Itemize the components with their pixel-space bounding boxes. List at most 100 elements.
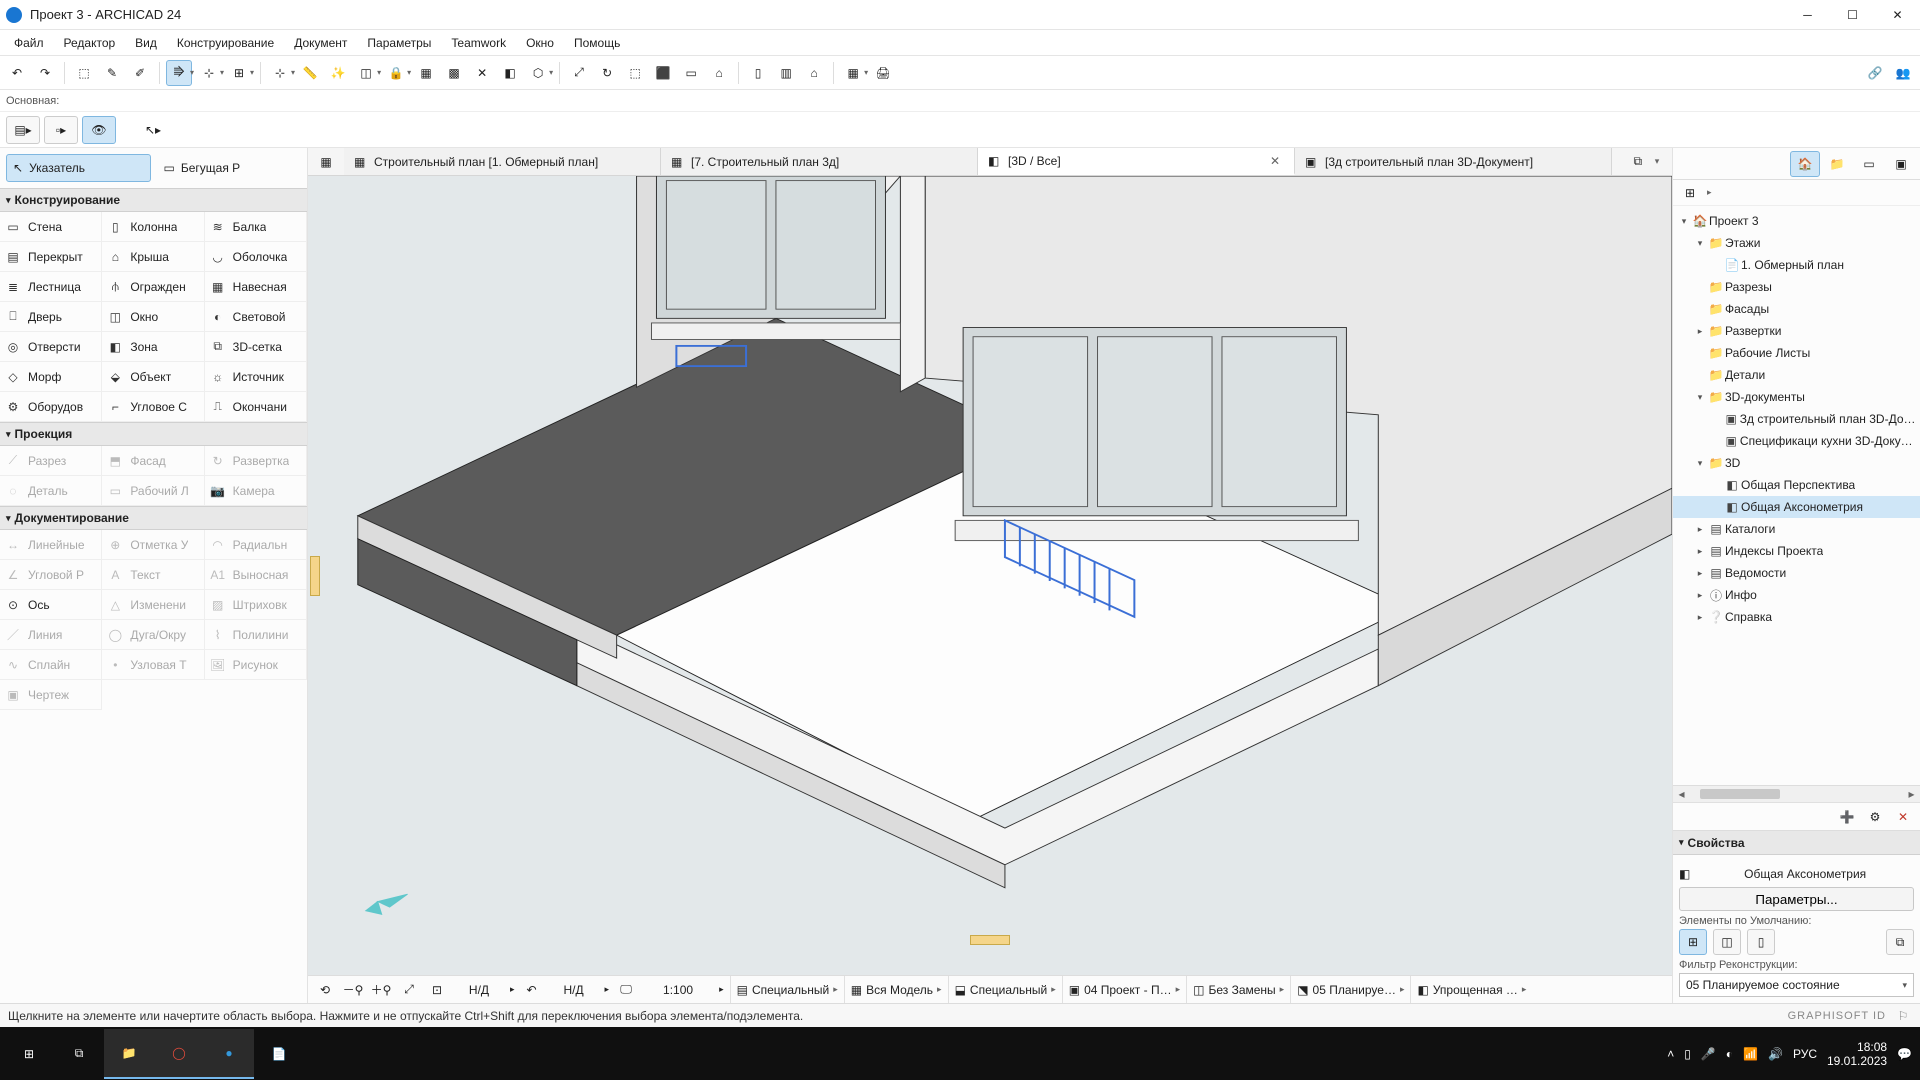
tool-10[interactable]: ▭ xyxy=(678,60,704,86)
field-nd2[interactable]: Н/Д xyxy=(549,983,599,997)
tool-окончани[interactable]: ⎍Окончани xyxy=(205,392,307,422)
nav-tab-views[interactable]: 📁 xyxy=(1822,151,1852,177)
close-button[interactable]: ✕ xyxy=(1875,0,1920,30)
scale-field[interactable]: 1:100 xyxy=(643,983,713,997)
tab-layout-toggle[interactable]: ⧉ xyxy=(1625,149,1651,175)
nav-item[interactable]: 📁Детали xyxy=(1673,364,1920,386)
quick-option-combo[interactable]: ▣04 Проект - П…▸ xyxy=(1062,976,1186,1003)
tree-twisty[interactable]: ▾ xyxy=(1693,392,1707,403)
nav-new-button[interactable]: ➕ xyxy=(1836,806,1858,828)
graphisoft-id[interactable]: GRAPHISOFT ID xyxy=(1788,1010,1886,1022)
tool-источник[interactable]: ☼Источник xyxy=(205,362,307,392)
nav-item[interactable]: ▣Спецификаци кухни 3D-Докумен xyxy=(1673,430,1920,452)
nav-item[interactable]: 📁Фасады xyxy=(1673,298,1920,320)
tool-3d-сетка[interactable]: ⧉3D-сетка xyxy=(205,332,307,362)
tray-icon-2[interactable]: ◐ xyxy=(1726,1047,1733,1061)
tool-объект[interactable]: ⬙Объект xyxy=(102,362,204,392)
share-button[interactable]: 👥 xyxy=(1890,60,1916,86)
quick-option-combo[interactable]: ◫Без Замены▸ xyxy=(1186,976,1290,1003)
nav-item[interactable]: ▸❔Справка xyxy=(1673,606,1920,628)
nav-item[interactable]: ▸▤Каталоги xyxy=(1673,518,1920,540)
link-button[interactable]: 🔗 xyxy=(1862,60,1888,86)
quick-option-combo[interactable]: ▦Вся Модель▸ xyxy=(844,976,948,1003)
tool-балка[interactable]: ≋Балка xyxy=(205,212,307,242)
tool-5[interactable]: ⬡ xyxy=(525,60,551,86)
pointer-tool[interactable]: ↖ Указатель xyxy=(6,154,151,182)
tool-1[interactable]: ▦ xyxy=(413,60,439,86)
tool-оборудов[interactable]: ⚙Оборудов xyxy=(0,392,102,422)
zoom-in-icon[interactable]: ＋⚲ xyxy=(370,979,392,1001)
tool-12[interactable]: ▯ xyxy=(745,60,771,86)
nav-item[interactable]: 📁Разрезы xyxy=(1673,276,1920,298)
section-project[interactable]: ▾Проекция xyxy=(0,422,307,446)
tool-отверсти[interactable]: ◎Отверсти xyxy=(0,332,102,362)
pick-button[interactable]: ⬚ xyxy=(71,60,97,86)
nav-item[interactable]: ▸▤Индексы Проекта xyxy=(1673,540,1920,562)
tray-lang[interactable]: РУС xyxy=(1793,1047,1817,1061)
zoom-out-icon[interactable]: －⚲ xyxy=(342,979,364,1001)
menu-файл[interactable]: Файл xyxy=(4,30,54,55)
tool-11[interactable]: ⌂ xyxy=(706,60,732,86)
tool-3[interactable]: ✕ xyxy=(469,60,495,86)
nav-item[interactable]: ▾📁3D-документы xyxy=(1673,386,1920,408)
ruler-handle-bottom[interactable] xyxy=(970,935,1010,945)
magic-wand-button[interactable]: ✨ xyxy=(325,60,351,86)
tool-оболочка[interactable]: ◡Оболочка xyxy=(205,242,307,272)
tool-лестница[interactable]: ≣Лестница xyxy=(0,272,102,302)
tool-2[interactable]: ▩ xyxy=(441,60,467,86)
nav-item[interactable]: ◧Общая Перспектива xyxy=(1673,474,1920,496)
nav-item[interactable]: ▾📁Этажи xyxy=(1673,232,1920,254)
quick-option-combo[interactable]: ▤Специальный▸ xyxy=(730,976,844,1003)
lock-button[interactable]: 🔒 xyxy=(383,60,409,86)
default-el-more[interactable]: ⧉ xyxy=(1886,929,1914,955)
view-tab[interactable]: ▦[7. Строительный план 3д] xyxy=(661,148,978,175)
tool-15[interactable]: ▦ xyxy=(840,60,866,86)
tool-световой[interactable]: ◐Световой xyxy=(205,302,307,332)
view-tab[interactable]: ◧[3D / Все]✕ xyxy=(978,148,1295,175)
menu-окно[interactable]: Окно xyxy=(516,30,564,55)
nav-item[interactable]: ▣Зд строительный план 3D-Докум xyxy=(1673,408,1920,430)
3d-viewport[interactable] xyxy=(308,176,1672,975)
marquee-tool[interactable]: ▭ Бегущая Р xyxy=(157,154,302,182)
start-button[interactable]: ⊞ xyxy=(4,1029,54,1079)
ruler-handle-left[interactable] xyxy=(310,556,320,596)
tool-угловое с[interactable]: ⌐Угловое С xyxy=(102,392,204,422)
history-back-icon[interactable]: ↶ xyxy=(521,979,543,1001)
yandex-task[interactable]: ◯ xyxy=(154,1029,204,1079)
tray-expand-icon[interactable]: ˄ xyxy=(1667,1047,1674,1061)
tool-дверь[interactable]: ⎕Дверь xyxy=(0,302,102,332)
tree-twisty[interactable]: ▾ xyxy=(1693,458,1707,469)
default-el-1[interactable]: ⊞ xyxy=(1679,929,1707,955)
tool-стена[interactable]: ▭Стена xyxy=(0,212,102,242)
nav-item[interactable]: ▾📁3D xyxy=(1673,452,1920,474)
menu-редактор[interactable]: Редактор xyxy=(54,30,126,55)
tree-twisty[interactable]: ▸ xyxy=(1693,612,1707,623)
tool-колонна[interactable]: ▯Колонна xyxy=(102,212,204,242)
quick-option-combo[interactable]: ⬔05 Планируе…▸ xyxy=(1290,976,1410,1003)
field-nd1[interactable]: Н/Д xyxy=(454,983,504,997)
tool-8[interactable]: ⬚ xyxy=(622,60,648,86)
tool-огражден[interactable]: ⫛Огражден xyxy=(102,272,204,302)
nav-tab-layouts[interactable]: ▭ xyxy=(1854,151,1884,177)
tool-4[interactable]: ◧ xyxy=(497,60,523,86)
explorer-task[interactable]: 📁 xyxy=(104,1029,154,1079)
section-document[interactable]: ▾Документирование xyxy=(0,506,307,530)
tool-навесная[interactable]: ▦Навесная xyxy=(205,272,307,302)
status-flag-icon[interactable]: ⚐ xyxy=(1894,1009,1912,1023)
tree-twisty[interactable]: ▸ xyxy=(1693,326,1707,337)
tree-twisty[interactable]: ▾ xyxy=(1693,238,1707,249)
section-construct[interactable]: ▾Конструирование xyxy=(0,188,307,212)
nav-item[interactable]: 📄1. Обмерный план xyxy=(1673,254,1920,276)
system-clock[interactable]: 18:08 19.01.2023 xyxy=(1827,1040,1887,1068)
guide-mode-button[interactable]: ⊞ xyxy=(226,60,252,86)
tray-icon-1[interactable]: ▯ xyxy=(1684,1047,1691,1061)
task-view-button[interactable]: ⧉ xyxy=(54,1029,104,1079)
screen-icon[interactable]: 🖵 xyxy=(615,979,637,1001)
nav-delete-button[interactable]: ✕ xyxy=(1892,806,1914,828)
acrobat-task[interactable]: 📄 xyxy=(254,1029,304,1079)
tab-grid-icon[interactable]: ▦ xyxy=(308,148,344,175)
tray-network-icon[interactable]: 📶 xyxy=(1743,1047,1758,1061)
tool-зона[interactable]: ◧Зона xyxy=(102,332,204,362)
snap-mode-button[interactable]: ⊹ xyxy=(196,60,222,86)
quick-option-combo[interactable]: ⬓Специальный▸ xyxy=(948,976,1062,1003)
